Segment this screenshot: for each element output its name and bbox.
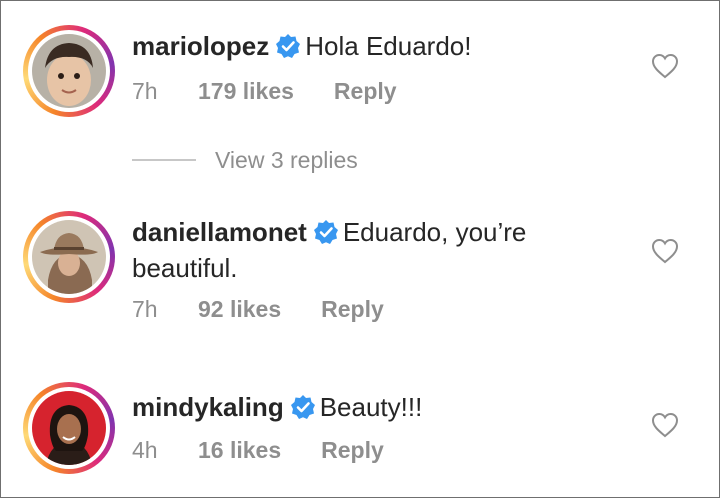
comments-panel: mariolopez Hola Eduardo! 7h 179 likes Reply… xyxy=(0,0,720,498)
verified-badge-icon xyxy=(290,394,316,420)
comment-username[interactable]: mindykaling xyxy=(132,392,284,422)
reply-button[interactable]: Reply xyxy=(321,437,384,464)
like-heart-icon[interactable] xyxy=(651,412,679,438)
comment-text: Hola Eduardo! xyxy=(305,31,472,61)
divider-line xyxy=(132,159,196,161)
comment-time: 4h xyxy=(132,437,158,463)
view-replies-toggle[interactable]: View 3 replies xyxy=(132,147,432,173)
comment-username[interactable]: mariolopez xyxy=(132,31,269,61)
view-replies-label[interactable]: View 3 replies xyxy=(215,147,358,174)
avatar-photo xyxy=(32,220,106,294)
avatar[interactable] xyxy=(23,25,115,117)
reply-button[interactable]: Reply xyxy=(321,296,384,323)
reply-button[interactable]: Reply xyxy=(334,78,397,105)
like-heart-icon[interactable] xyxy=(651,53,679,79)
verified-badge-icon xyxy=(275,33,301,59)
avatar[interactable] xyxy=(23,382,115,474)
comment-text: Beauty!!! xyxy=(319,392,423,422)
comment-time: 7h xyxy=(132,78,158,104)
comment-likes[interactable]: 92 likes xyxy=(198,296,281,323)
like-heart-icon[interactable] xyxy=(651,238,679,264)
comment-username[interactable]: daniellamonet xyxy=(132,217,307,247)
avatar-photo xyxy=(32,34,106,108)
avatar-photo xyxy=(32,391,106,465)
comment-time: 7h xyxy=(132,296,158,322)
verified-badge-icon xyxy=(313,219,339,245)
comment-likes[interactable]: 179 likes xyxy=(198,78,294,105)
avatar[interactable] xyxy=(23,211,115,303)
comment-likes[interactable]: 16 likes xyxy=(198,437,281,464)
